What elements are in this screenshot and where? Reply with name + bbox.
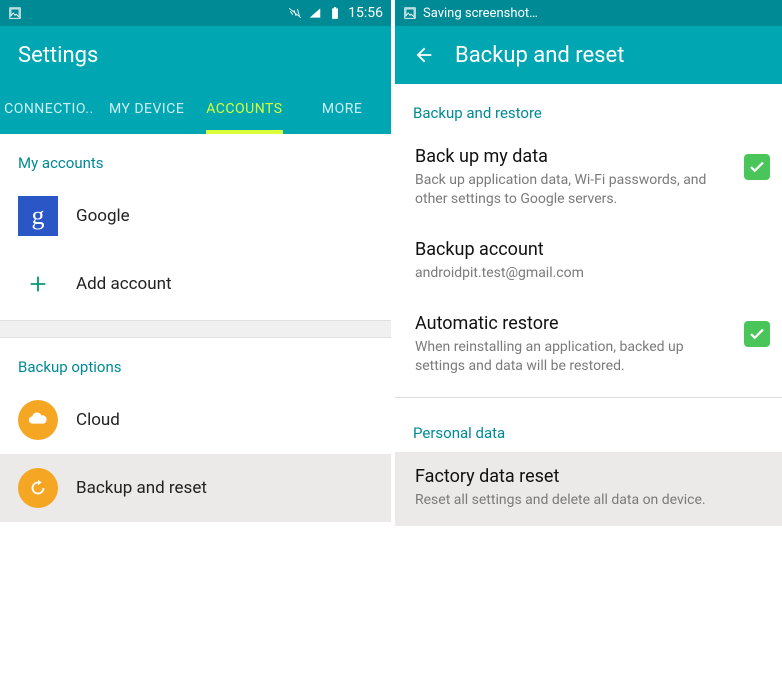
item-back-up-my-data[interactable]: Back up my data Back up application data… [395, 132, 782, 225]
backup-reset-icon [18, 468, 58, 508]
item-title: Backup account [415, 239, 722, 260]
item-title: Back up my data [415, 146, 722, 167]
status-bar: Saving screenshot… [395, 0, 782, 26]
status-bar: 15:56 [0, 0, 391, 26]
back-button[interactable] [413, 44, 435, 66]
add-account-label: Add account [76, 274, 172, 294]
option-cloud-label: Cloud [76, 410, 120, 430]
account-google-label: Google [76, 206, 130, 226]
item-title: Factory data reset [415, 466, 722, 487]
divider [395, 397, 782, 398]
backup-header: Backup and reset [395, 26, 782, 84]
item-title: Automatic restore [415, 313, 722, 334]
header-title: Settings [18, 43, 98, 68]
item-subtitle: When reinstalling an application, backed… [415, 338, 722, 376]
tab-connections[interactable]: CONNECTIO.. [0, 84, 98, 134]
battery-icon [328, 6, 342, 20]
settings-content: My accounts g Google Add account Backup … [0, 134, 391, 688]
header-title: Backup and reset [455, 43, 624, 68]
checkbox-backup-my-data[interactable] [744, 154, 770, 180]
picture-icon [403, 6, 417, 20]
section-personal-data: Personal data [395, 404, 782, 452]
item-subtitle: Reset all settings and delete all data o… [415, 491, 722, 510]
vibrate-icon [288, 6, 302, 20]
backup-content: Backup and restore Back up my data Back … [395, 84, 782, 688]
item-factory-reset[interactable]: Factory data reset Reset all settings an… [395, 452, 782, 526]
google-icon: g [18, 196, 58, 236]
item-subtitle: Back up application data, Wi-Fi password… [415, 171, 722, 209]
phone-backup-reset: Saving screenshot… Backup and reset Back… [391, 0, 782, 688]
cloud-icon [18, 400, 58, 440]
item-subtitle: androidpit.test@gmail.com [415, 264, 722, 283]
item-backup-account[interactable]: Backup account androidpit.test@gmail.com [395, 225, 782, 299]
option-backup-reset[interactable]: Backup and reset [0, 454, 391, 522]
section-my-accounts: My accounts [0, 134, 391, 182]
option-backup-reset-label: Backup and reset [76, 478, 207, 498]
item-automatic-restore[interactable]: Automatic restore When reinstalling an a… [395, 299, 782, 392]
section-backup-options: Backup options [0, 338, 391, 386]
signal-icon [308, 6, 322, 20]
status-text: Saving screenshot… [423, 6, 538, 21]
section-divider [0, 320, 391, 338]
tab-accounts[interactable]: ACCOUNTS [196, 84, 294, 134]
picture-icon [8, 6, 22, 20]
clock-text: 15:56 [348, 5, 383, 21]
tab-more[interactable]: MORE [293, 84, 391, 134]
section-backup-restore: Backup and restore [395, 84, 782, 132]
tab-my-device[interactable]: MY DEVICE [98, 84, 196, 134]
plus-icon [18, 264, 58, 304]
account-google[interactable]: g Google [0, 182, 391, 250]
checkbox-automatic-restore[interactable] [744, 321, 770, 347]
add-account-button[interactable]: Add account [0, 250, 391, 318]
option-cloud[interactable]: Cloud [0, 386, 391, 454]
settings-header: Settings [0, 26, 391, 84]
phone-settings: 15:56 Settings CONNECTIO.. MY DEVICE ACC… [0, 0, 391, 688]
settings-tabs: CONNECTIO.. MY DEVICE ACCOUNTS MORE [0, 84, 391, 134]
